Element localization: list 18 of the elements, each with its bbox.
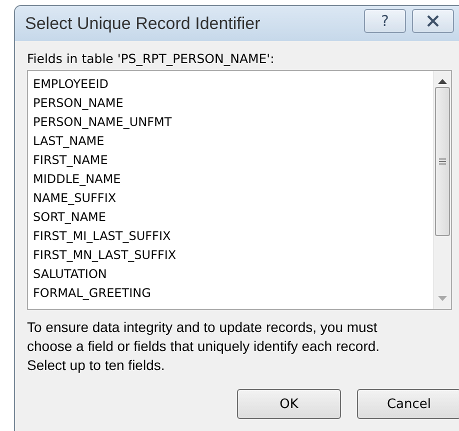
field-item[interactable]: NAME_SUFFIX [31,189,116,208]
field-item[interactable]: SALUTATION [31,265,107,284]
field-item[interactable]: MIDDLE_NAME [31,170,121,189]
field-item[interactable]: LAST_NAME [31,132,104,151]
ok-button[interactable]: OK [237,389,341,419]
field-item[interactable]: EMPLOYEEID [31,75,108,94]
fields-label: Fields in table 'PS_RPT_PERSON_NAME': [27,51,276,66]
description-text: To ensure data integrity and to update records, you must choose a field or fields that uniquely identify each record. Select up to ten fields. [27,318,381,375]
field-item[interactable]: FIRST_NAME [31,151,108,170]
help-button[interactable]: ? [364,8,406,32]
window-title: Select Unique Record Identifier [25,14,262,34]
field-item[interactable]: SORT_NAME [31,208,106,227]
cancel-button[interactable]: Cancel [357,389,459,419]
field-item[interactable]: FIRST_MI_LAST_SUFFIX [31,227,171,246]
field-item[interactable]: PERSON_NAME [31,94,124,113]
field-item[interactable]: PERSON_NAME_UNFMT [31,113,172,132]
field-item[interactable]: FORMAL_GREETING [31,284,151,303]
field-item[interactable]: FIRST_MN_LAST_SUFFIX [31,246,176,265]
